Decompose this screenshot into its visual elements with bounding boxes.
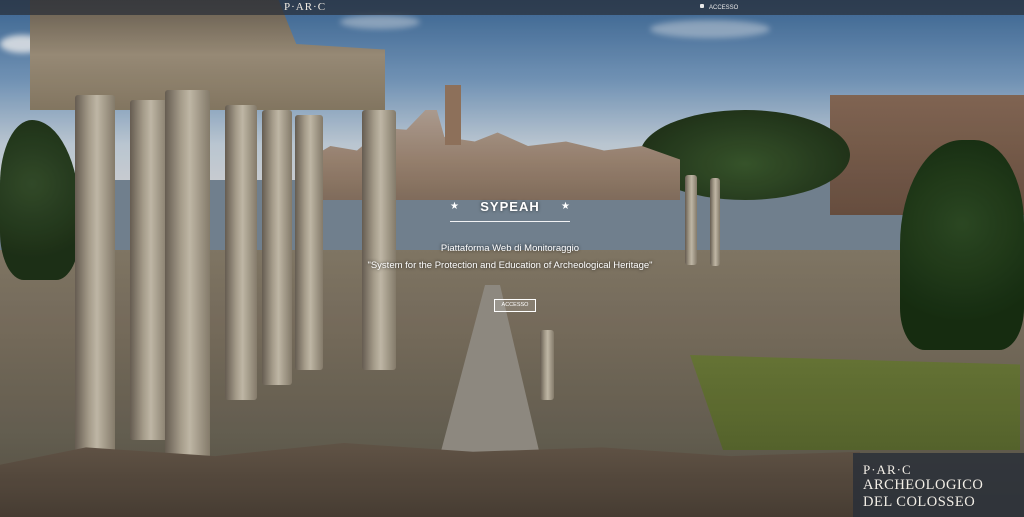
header-logo[interactable]: P·AR·C	[284, 1, 326, 14]
parco-logo: P·AR·C ARCHEOLOGICO DEL COLOSSEO	[853, 453, 1024, 517]
hero: ★ SYPEAH ★ Piattaforma Web di Monitoragg…	[340, 195, 680, 272]
logo-line-1: P·AR·C	[863, 462, 912, 477]
logo-line-2: ARCHEOLOGICO	[863, 477, 984, 493]
top-bar: P·AR·C ACCESSO	[0, 0, 1024, 15]
star-icon: ★	[561, 201, 570, 212]
login-link-label: ACCESSO	[709, 5, 739, 11]
logo-line-3: DEL COLOSSEO	[863, 494, 976, 510]
hero-title: SYPEAH	[480, 199, 540, 214]
hero-subtitle: Piattaforma Web di Monitoraggio	[440, 243, 580, 254]
access-button[interactable]: ACCESSO	[494, 299, 536, 312]
hero-title-row: ★ SYPEAH ★	[450, 195, 570, 221]
login-link[interactable]: ACCESSO	[700, 3, 738, 13]
hero-divider	[450, 221, 570, 222]
hero-tagline: "System for the Protection and Education…	[367, 260, 653, 271]
lock-icon	[700, 4, 704, 8]
